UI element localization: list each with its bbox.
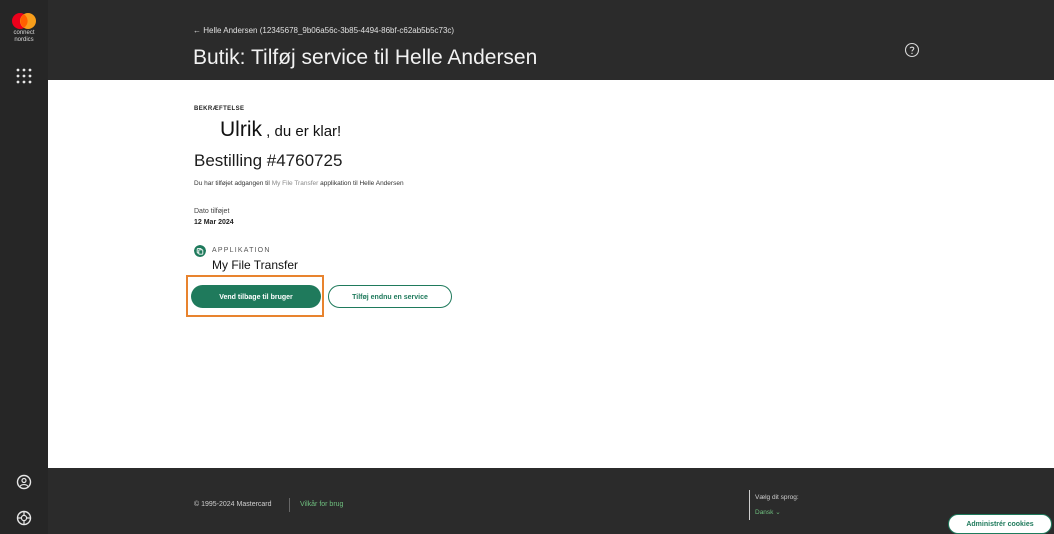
left-rail: connect nordics — [0, 0, 48, 534]
desc-suffix: applikation til Helle Andersen — [318, 180, 404, 187]
footer-divider — [289, 498, 290, 512]
language-divider — [749, 490, 750, 520]
logo-text-line1: connect — [13, 30, 35, 36]
breadcrumb-back-link[interactable]: ← Helle Andersen (12345678_9b06a56c-3b85… — [193, 26, 454, 35]
application-icon — [194, 245, 206, 257]
language-select[interactable]: Dansk ⌄ — [755, 508, 781, 516]
confirmation-description: Du har tilføjet adgangen til My File Tra… — [194, 180, 404, 187]
greeting-name: Ulrik — [220, 118, 262, 141]
desc-app-name: My File Transfer — [271, 180, 319, 187]
return-to-user-button[interactable]: Vend tilbage til bruger — [191, 285, 321, 308]
page-title: Butik: Tilføj service til Helle Andersen — [193, 46, 538, 69]
date-added-value: 12 Mar 2024 — [194, 219, 234, 226]
copyright-text: © 1995-2024 Mastercard — [194, 501, 272, 508]
order-title: Bestilling #4760725 — [194, 151, 343, 170]
confirmation-eyebrow: BEKRÆFTELSE — [194, 106, 245, 112]
logo-text-line2: nordics — [14, 37, 34, 43]
desc-prefix: Du har tilføjet adgangen til — [194, 180, 272, 187]
main-content: BEKRÆFTELSE Ulrik , du er klar! Bestilli… — [48, 80, 1054, 468]
app-grid-icon[interactable] — [14, 66, 34, 86]
support-icon[interactable] — [14, 508, 34, 528]
help-icon[interactable] — [904, 42, 920, 58]
terms-of-use-link[interactable]: Vilkår for brug — [300, 501, 343, 508]
greeting-heading: Ulrik , du er klar! — [220, 118, 341, 142]
logo-text: connect nordics — [0, 30, 48, 44]
manage-cookies-button[interactable]: Administrér cookies — [948, 514, 1052, 534]
date-added-label: Dato tilføjet — [194, 208, 230, 215]
language-label: Vælg dit sprog: — [755, 494, 799, 501]
page-header: ← Helle Andersen (12345678_9b06a56c-3b85… — [48, 0, 1054, 80]
application-label: APPLIKATION — [212, 247, 271, 254]
application-name: My File Transfer — [212, 258, 299, 272]
page-footer: © 1995-2024 Mastercard Vilkår for brug V… — [48, 468, 1054, 534]
add-another-service-button[interactable]: Tilføj endnu en service — [328, 285, 452, 308]
greeting-text: , du er klar! — [262, 123, 342, 140]
user-profile-icon[interactable] — [14, 472, 34, 492]
